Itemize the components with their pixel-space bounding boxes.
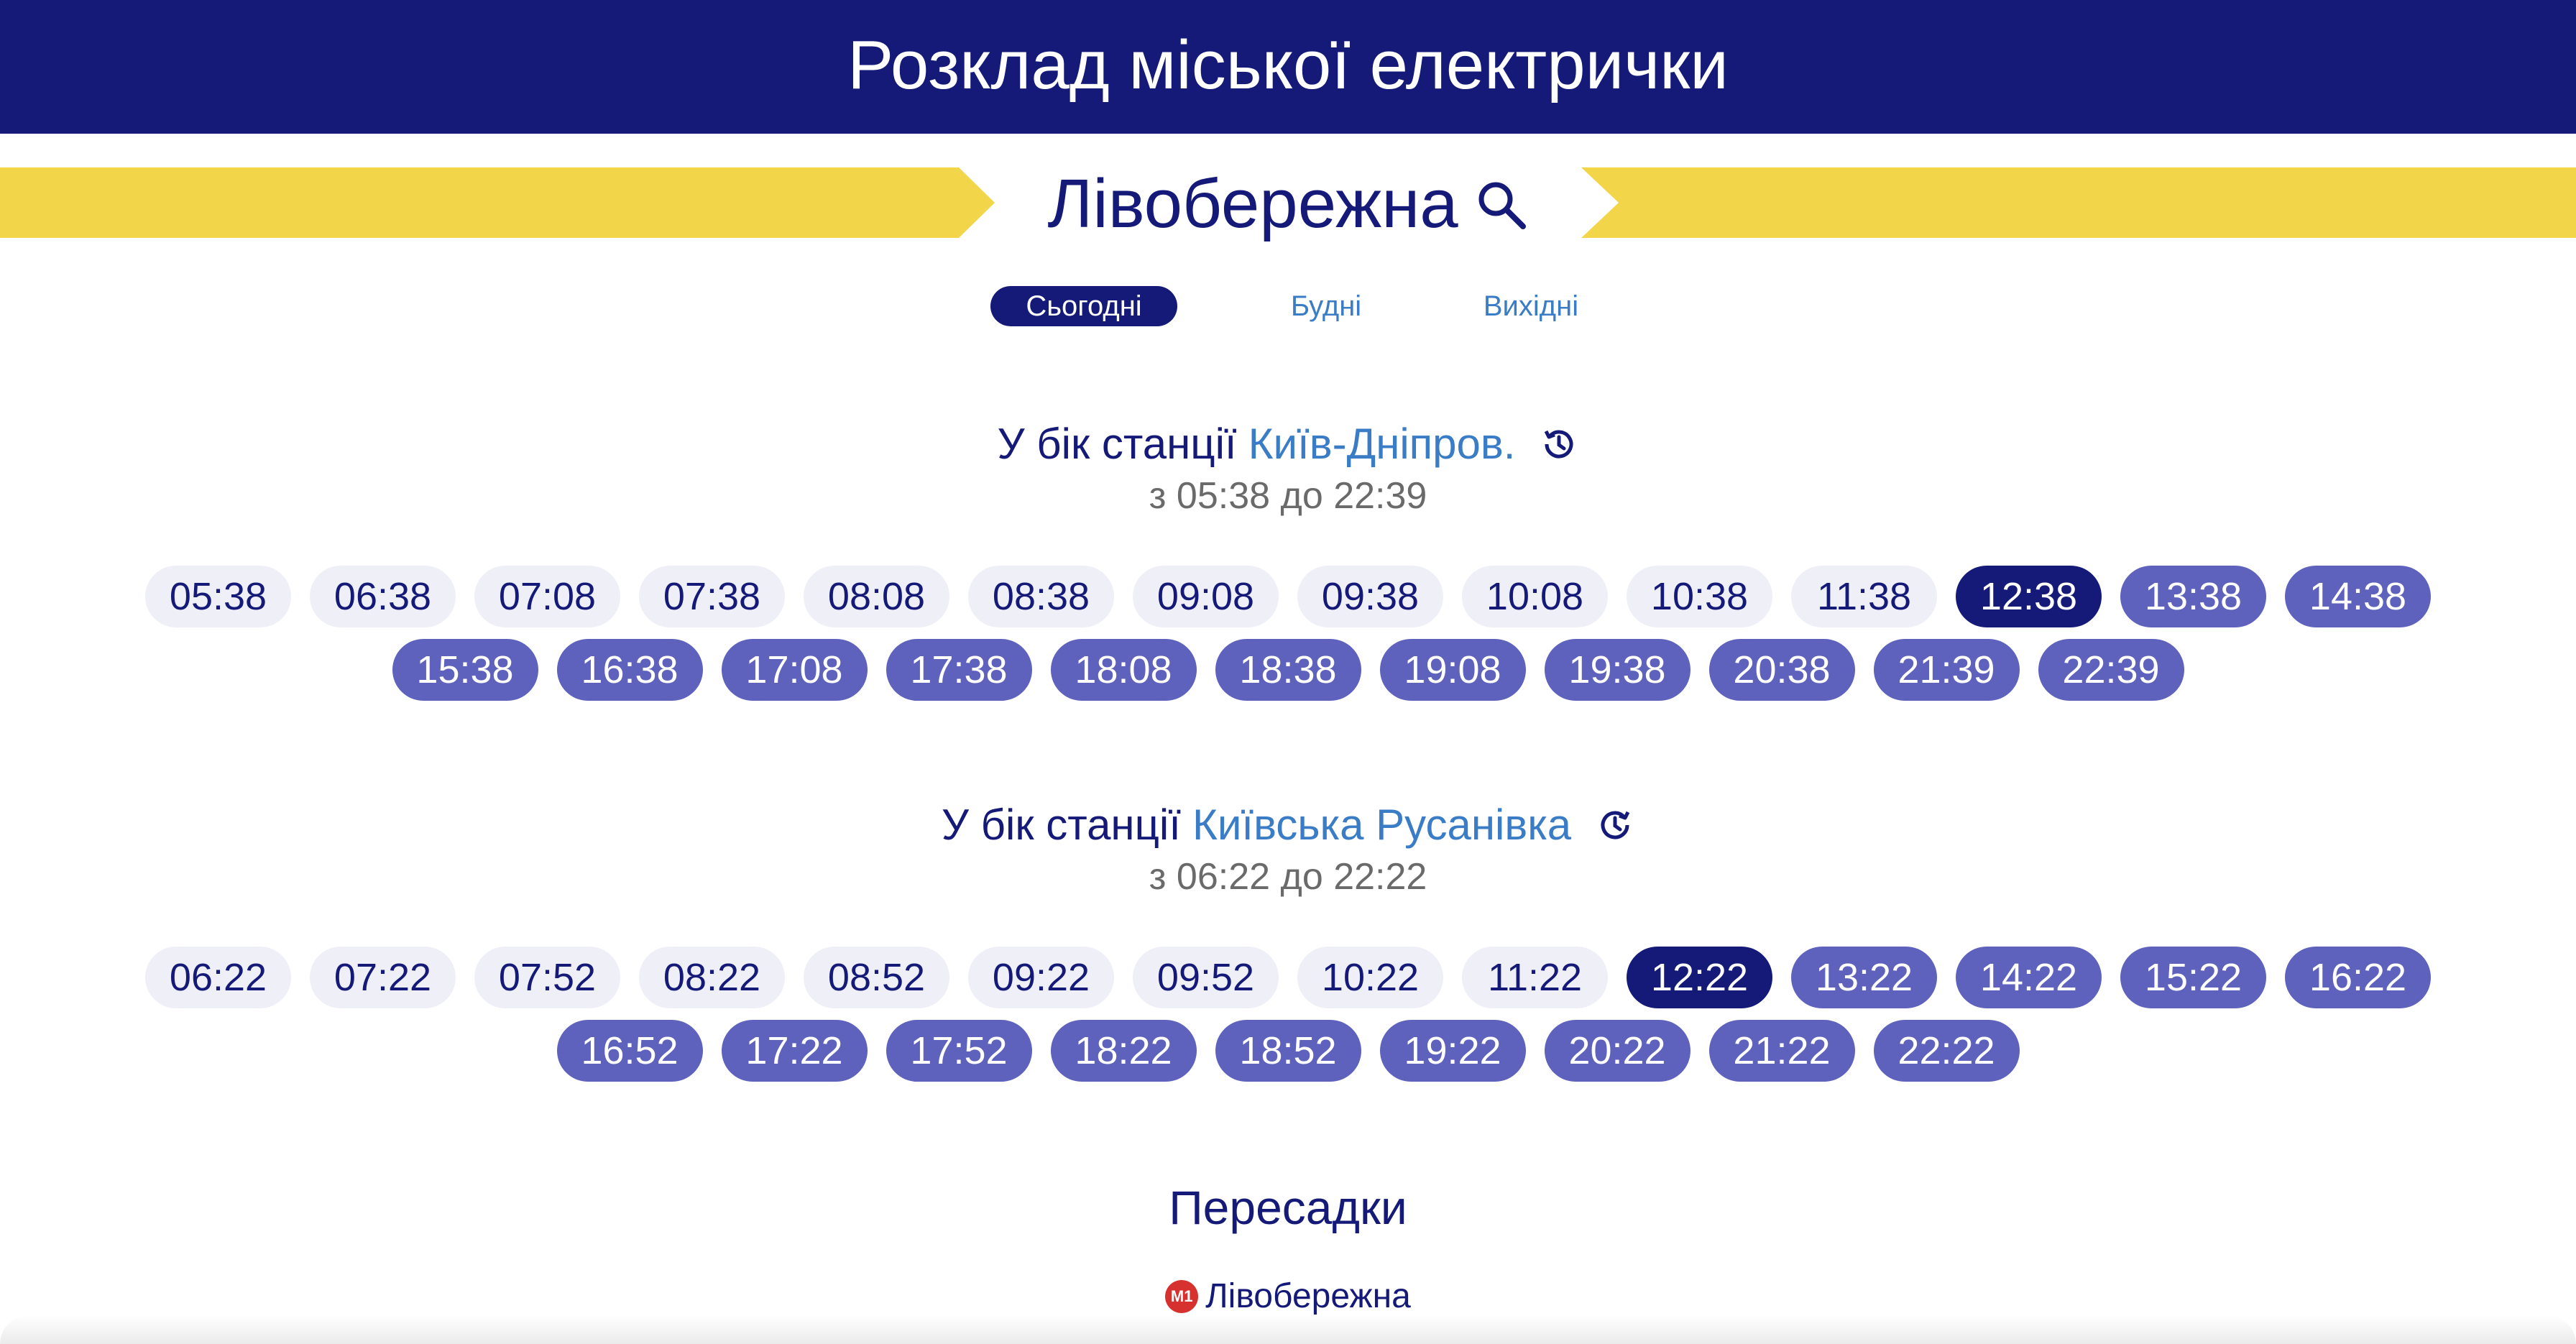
history-icon[interactable] <box>1540 425 1578 464</box>
time-pill[interactable]: 16:38 <box>556 639 703 701</box>
time-pill[interactable]: 05:38 <box>145 566 291 627</box>
direction-title: У бік станції Київська Русанівка <box>0 799 2576 851</box>
tab-today[interactable]: Сьогодні <box>990 286 1177 326</box>
app-title: Розклад міської електрички <box>847 27 1729 103</box>
time-pill[interactable]: 22:22 <box>1873 1020 2020 1082</box>
schedule-tabs: Сьогодні Будні Вихідні <box>0 286 2576 329</box>
time-pill[interactable]: 19:22 <box>1379 1020 1526 1082</box>
time-pill[interactable]: 20:22 <box>1544 1020 1690 1082</box>
direction-destination[interactable]: Київська Русанівка <box>1192 799 1571 851</box>
direction-title: У бік станції Київ-Дніпров. <box>0 418 2576 470</box>
time-pill[interactable]: 11:22 <box>1462 947 1608 1008</box>
time-pill[interactable]: 22:39 <box>2038 639 2184 701</box>
time-pill[interactable]: 21:22 <box>1708 1020 1855 1082</box>
time-pill[interactable]: 10:22 <box>1297 947 1443 1008</box>
times-row: 05:38 06:38 07:08 07:38 08:08 08:38 09:08 09:38… <box>0 566 2576 627</box>
time-pill[interactable]: 14:22 <box>1956 947 2102 1008</box>
time-pill[interactable]: 10:08 <box>1462 566 1608 627</box>
time-pill[interactable]: 15:38 <box>392 639 538 701</box>
time-pill[interactable]: 17:08 <box>721 639 868 701</box>
time-pill[interactable]: 09:38 <box>1297 566 1443 627</box>
time-pill[interactable]: 14:38 <box>2285 566 2431 627</box>
station-name: Лівобережна <box>1047 165 1458 242</box>
time-pill[interactable]: 16:52 <box>556 1020 703 1082</box>
transfer-item[interactable]: M1 Лівобережна <box>0 1276 2576 1317</box>
direction-prefix: У бік станції <box>997 420 1237 468</box>
time-pill[interactable]: 17:52 <box>886 1020 1032 1082</box>
time-pill[interactable]: 08:52 <box>804 947 949 1008</box>
time-pill[interactable]: 08:38 <box>968 566 1114 627</box>
time-pill[interactable]: 15:22 <box>2120 947 2266 1008</box>
direction-time-range: з 05:38 до 22:39 <box>1149 475 1427 517</box>
time-pill[interactable]: 09:52 <box>1133 947 1279 1008</box>
times-row: 15:38 16:38 17:08 17:38 18:08 18:38 19:08 19:38… <box>0 639 2576 701</box>
time-pill[interactable]: 08:22 <box>639 947 785 1008</box>
time-pill[interactable]: 19:08 <box>1379 639 1526 701</box>
app-header: Розклад міської електрички <box>0 0 2576 134</box>
direction-section-2: У бік станції Київська Русанівка з 06:22… <box>0 799 2576 898</box>
time-pill[interactable]: 09:08 <box>1133 566 1279 627</box>
tab-weekdays[interactable]: Будні <box>1265 286 1387 326</box>
time-pill[interactable]: 18:22 <box>1050 1020 1197 1082</box>
times-row: 06:22 07:22 07:52 08:22 08:52 09:22 09:52 10:22… <box>0 947 2576 1008</box>
time-pill[interactable]: 07:08 <box>474 566 620 627</box>
time-pill[interactable]: 18:52 <box>1215 1020 1361 1082</box>
time-pill[interactable]: 13:22 <box>1791 947 1937 1008</box>
search-icon[interactable] <box>1473 176 1529 232</box>
time-pill[interactable]: 11:38 <box>1791 566 1937 627</box>
direction-section-1: У бік станції Київ-Дніпров. з 05:38 до 2… <box>0 418 2576 517</box>
time-pill[interactable]: 07:52 <box>474 947 620 1008</box>
transfers-heading: Пересадки <box>1169 1181 1407 1234</box>
time-pill[interactable]: 20:38 <box>1708 639 1855 701</box>
direction-destination[interactable]: Київ-Дніпров. <box>1248 418 1516 470</box>
time-pill[interactable]: 16:22 <box>2285 947 2431 1008</box>
tab-weekends[interactable]: Вихідні <box>1459 286 1603 326</box>
time-pill[interactable]: 09:22 <box>968 947 1114 1008</box>
time-pill-current[interactable]: 12:22 <box>1627 947 1772 1008</box>
direction-prefix: У бік станції <box>941 801 1181 849</box>
transfer-station-name: Лівобережна <box>1205 1277 1411 1315</box>
direction-time-range: з 06:22 до 22:22 <box>1149 856 1427 898</box>
time-pill[interactable]: 17:38 <box>886 639 1032 701</box>
banner-right-stripe <box>1581 167 2576 238</box>
time-pill[interactable]: 06:38 <box>310 566 456 627</box>
time-pill[interactable]: 10:38 <box>1627 566 1772 627</box>
time-pill[interactable]: 18:38 <box>1215 639 1361 701</box>
time-pill[interactable]: 07:22 <box>310 947 456 1008</box>
time-pill[interactable]: 19:38 <box>1544 639 1690 701</box>
time-pill[interactable]: 08:08 <box>804 566 949 627</box>
time-pill[interactable]: 06:22 <box>145 947 291 1008</box>
refresh-clock-icon[interactable] <box>1596 806 1634 844</box>
times-row: 16:52 17:22 17:52 18:22 18:52 19:22 20:22 21:22… <box>0 1020 2576 1082</box>
time-pill[interactable]: 13:38 <box>2120 566 2266 627</box>
station-header: Лівобережна <box>992 162 1584 247</box>
metro-line-badge: M1 <box>1165 1280 1199 1313</box>
time-pill[interactable]: 18:08 <box>1050 639 1197 701</box>
time-pill-current[interactable]: 12:38 <box>1956 566 2102 627</box>
time-pill[interactable]: 07:38 <box>639 566 785 627</box>
bottom-sheet-edge <box>0 1315 2576 1344</box>
time-pill[interactable]: 21:39 <box>1873 639 2020 701</box>
banner-left-stripe <box>0 167 995 238</box>
time-pill[interactable]: 17:22 <box>721 1020 868 1082</box>
